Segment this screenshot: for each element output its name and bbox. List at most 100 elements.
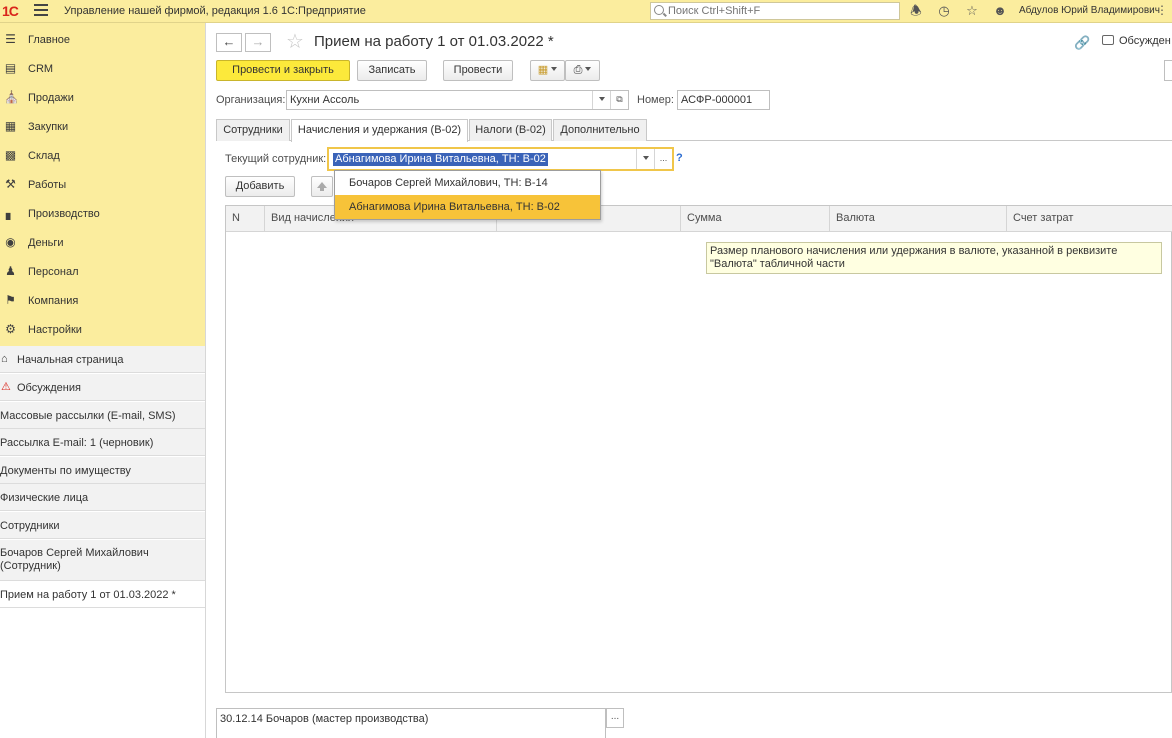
- print-button[interactable]: ⎙: [565, 60, 600, 81]
- tab-taxes[interactable]: Налоги (В-02): [469, 119, 552, 141]
- section-label: Деньги: [28, 237, 64, 249]
- open-window-property-docs[interactable]: Документы по имуществу: [0, 457, 205, 484]
- tab-employees[interactable]: Сотрудники: [216, 119, 290, 141]
- search-icon: [654, 5, 664, 15]
- global-search[interactable]: [650, 2, 900, 20]
- tab-accruals[interactable]: Начисления и удержания (В-02): [291, 119, 468, 142]
- menu-lines-icon: ☰: [5, 32, 16, 46]
- discussions-label: Обсужден: [1119, 35, 1171, 47]
- more-menu-icon[interactable]: ⋮: [1156, 3, 1168, 17]
- tab-additional[interactable]: Дополнительно: [553, 119, 647, 141]
- tools-icon: ⚒: [5, 177, 16, 191]
- current-employee-value[interactable]: Абнагимова Ирина Витальевна, ТН: В-02: [333, 153, 548, 166]
- column-n[interactable]: N: [226, 206, 265, 232]
- column-expense-account[interactable]: Счет затрат: [1007, 206, 1172, 232]
- column-currency[interactable]: Валюта: [830, 206, 1007, 232]
- cart-icon: ▦: [4, 119, 17, 133]
- chevron-down-icon: [642, 156, 649, 160]
- open-window-employees[interactable]: Сотрудники: [0, 512, 205, 539]
- employee-select-button[interactable]: ...: [654, 149, 672, 169]
- user-name[interactable]: Абдулов Юрий Владимирович: [1019, 5, 1160, 16]
- employee-dropdown-button[interactable]: [636, 149, 654, 169]
- chat-icon: [1102, 35, 1114, 45]
- shop-icon: ⛪: [4, 90, 19, 104]
- open-window-discussions[interactable]: ⚠ Обсуждения: [0, 374, 205, 401]
- people-icon: ♟: [5, 264, 16, 278]
- section-personnel[interactable]: ♟ Персонал: [0, 257, 205, 286]
- back-button[interactable]: ←: [216, 33, 242, 52]
- current-employee-field[interactable]: Абнагимова Ирина Витальевна, ТН: В-02 ..…: [327, 147, 674, 171]
- organization-label: Организация:: [216, 94, 286, 106]
- open-window-email-draft[interactable]: Рассылка E-mail: 1 (черновик): [0, 429, 205, 456]
- section-production[interactable]: ▖ Производство: [0, 199, 205, 228]
- more-actions-button[interactable]: [1164, 60, 1172, 81]
- organization-input[interactable]: [290, 93, 590, 107]
- section-purchases[interactable]: ▦ Закупки: [0, 112, 205, 141]
- section-money[interactable]: ◉ Деньги: [0, 228, 205, 257]
- section-label: Настройки: [28, 324, 82, 336]
- section-label: Склад: [28, 150, 60, 162]
- post-and-close-button[interactable]: Провести и закрыть: [216, 60, 350, 81]
- section-works[interactable]: ⚒ Работы: [0, 170, 205, 199]
- open-window-hiring-doc[interactable]: Прием на работу 1 от 01.03.2022 *: [0, 581, 205, 608]
- comment-select-button[interactable]: ...: [606, 708, 624, 728]
- warning-icon: ⚠: [1, 381, 11, 393]
- open-window-employee-card[interactable]: Бочаров Сергей Михайлович (Сотрудник): [0, 540, 205, 581]
- open-window-label: Документы по имуществу: [0, 465, 131, 477]
- open-window-label: Бочаров Сергей Михайлович: [0, 547, 149, 559]
- section-crm[interactable]: ▤ CRM: [0, 54, 205, 83]
- help-icon[interactable]: ?: [676, 152, 683, 164]
- dropdown-item-selected[interactable]: Абнагимова Ирина Витальевна, ТН: В-02: [335, 195, 600, 219]
- organization-field[interactable]: ⧉: [286, 90, 629, 110]
- move-up-button[interactable]: [311, 176, 333, 197]
- create-based-on-button[interactable]: ▦: [530, 60, 565, 81]
- document-create-icon: ▦: [537, 64, 549, 76]
- organization-open-button[interactable]: ⧉: [610, 91, 628, 109]
- warehouse-icon: ▩: [4, 148, 17, 162]
- factory-icon: ▖: [5, 206, 16, 220]
- section-warehouse[interactable]: ▩ Склад: [0, 141, 205, 170]
- save-button[interactable]: Записать: [357, 60, 427, 81]
- form-title: Прием на работу 1 от 01.03.2022 *: [314, 33, 554, 50]
- comment-field[interactable]: 30.12.14 Бочаров (мастер производства): [216, 708, 606, 738]
- section-main[interactable]: ☰ Главное: [0, 25, 205, 54]
- document-form: ← → ☆ Прием на работу 1 от 01.03.2022 * …: [206, 23, 1172, 738]
- open-window-home[interactable]: ⌂ Начальная страница: [0, 346, 205, 373]
- accruals-table[interactable]: N Вид начисления Сумма Валюта Счет затра…: [225, 205, 1172, 693]
- dropdown-item[interactable]: Бочаров Сергей Михайлович, ТН: В-14: [335, 171, 600, 195]
- section-company[interactable]: ⚑ Компания: [0, 286, 205, 315]
- open-window-individuals[interactable]: Физические лица: [0, 484, 205, 511]
- section-label: Главное: [28, 34, 71, 46]
- open-window-icon: ⧉: [616, 94, 623, 104]
- forward-button[interactable]: →: [245, 33, 271, 52]
- open-window-label: Прием на работу 1 от 01.03.2022 *: [0, 589, 176, 601]
- search-input[interactable]: [668, 4, 896, 18]
- discussions-button[interactable]: Обсужден: [1102, 35, 1171, 47]
- number-field[interactable]: [677, 90, 770, 110]
- section-settings[interactable]: ⚙ Настройки: [0, 315, 205, 344]
- number-input[interactable]: [681, 93, 767, 107]
- column-amount[interactable]: Сумма: [681, 206, 830, 232]
- favorite-star-icon[interactable]: ☆: [286, 29, 304, 54]
- history-icon[interactable]: ◷: [936, 3, 952, 19]
- number-label: Номер:: [637, 94, 674, 106]
- open-window-mass-mailing[interactable]: Массовые рассылки (E-mail, SMS): [0, 402, 205, 429]
- main-menu-icon[interactable]: [34, 4, 48, 16]
- add-button[interactable]: Добавить: [225, 176, 295, 197]
- open-window-label: Начальная страница: [17, 354, 124, 366]
- bell-icon[interactable]: 🕭: [908, 3, 924, 19]
- sidebar: ☰ Главное ▤ CRM ⛪ Продажи ▦ Закупки ▩ Ск…: [0, 23, 206, 738]
- open-window-label: Обсуждения: [17, 382, 81, 394]
- favorites-star-icon[interactable]: ☆: [964, 3, 980, 19]
- money-icon: ◉: [5, 235, 16, 249]
- arrow-up-icon: [317, 182, 327, 191]
- user-icon[interactable]: ☻: [992, 3, 1008, 19]
- post-button[interactable]: Провести: [443, 60, 513, 81]
- organization-dropdown-button[interactable]: [592, 91, 610, 109]
- column-tooltip: Размер планового начисления или удержани…: [706, 242, 1162, 274]
- section-label: Персонал: [28, 266, 79, 278]
- employee-dropdown-list: Бочаров Сергей Михайлович, ТН: В-14 Абна…: [334, 170, 601, 220]
- 1c-logo: 1С: [2, 3, 19, 19]
- section-sales[interactable]: ⛪ Продажи: [0, 83, 205, 112]
- link-icon[interactable]: 🔗: [1074, 35, 1090, 51]
